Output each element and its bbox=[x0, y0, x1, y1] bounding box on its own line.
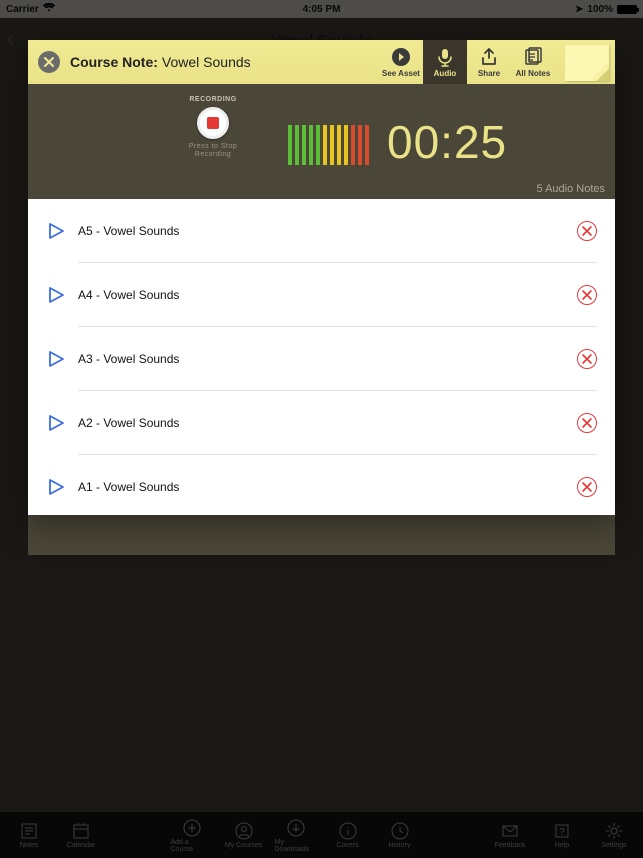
meter-bar bbox=[302, 125, 306, 165]
modal-title: Vowel Sounds bbox=[162, 54, 251, 70]
audio-note-row: A4 - Vowel Sounds bbox=[28, 263, 615, 327]
stop-icon bbox=[207, 117, 219, 129]
meter-bar bbox=[337, 125, 341, 165]
play-icon[interactable] bbox=[46, 349, 66, 369]
meter-bar bbox=[323, 125, 327, 165]
audio-notes-count: 5 Audio Notes bbox=[537, 183, 606, 195]
recording-timer: 00:25 bbox=[387, 115, 507, 169]
all-notes-button[interactable]: All Notes bbox=[511, 40, 555, 84]
modal-shadow-extension bbox=[28, 515, 615, 555]
course-note-modal: Course Note: Vowel Sounds See Asset Audi… bbox=[28, 40, 615, 515]
meter-bar bbox=[365, 125, 369, 165]
audio-note-label: A3 - Vowel Sounds bbox=[78, 352, 577, 366]
close-button[interactable] bbox=[38, 51, 60, 73]
audio-note-label: A2 - Vowel Sounds bbox=[78, 416, 577, 430]
audio-note-row: A1 - Vowel Sounds bbox=[28, 455, 615, 515]
meter-bar bbox=[288, 125, 292, 165]
delete-button[interactable] bbox=[577, 221, 597, 241]
recording-header: RECORDING bbox=[189, 96, 236, 103]
delete-button[interactable] bbox=[577, 349, 597, 369]
recording-panel: RECORDING Press to Stop Recording 00:25 … bbox=[28, 84, 615, 199]
share-button[interactable]: Share bbox=[467, 40, 511, 84]
modal-title-prefix: Course Note: bbox=[70, 54, 158, 70]
mic-icon bbox=[434, 46, 456, 68]
play-icon[interactable] bbox=[46, 285, 66, 305]
audio-label: Audio bbox=[434, 69, 457, 78]
arrow-circle-icon bbox=[390, 46, 412, 68]
meter-bar bbox=[330, 125, 334, 165]
play-icon[interactable] bbox=[46, 477, 66, 497]
modal-header: Course Note: Vowel Sounds See Asset Audi… bbox=[28, 40, 615, 84]
share-label: Share bbox=[478, 69, 500, 78]
audio-level-meter bbox=[288, 119, 369, 165]
play-icon[interactable] bbox=[46, 221, 66, 241]
audio-note-row: A3 - Vowel Sounds bbox=[28, 327, 615, 391]
delete-button[interactable] bbox=[577, 413, 597, 433]
recording-hint: Press to Stop Recording bbox=[189, 143, 238, 160]
delete-button[interactable] bbox=[577, 477, 597, 497]
sticky-note-icon[interactable] bbox=[565, 45, 609, 81]
see-asset-button[interactable]: See Asset bbox=[379, 40, 423, 84]
meter-bar bbox=[351, 125, 355, 165]
meter-bar bbox=[316, 125, 320, 165]
audio-note-row: A2 - Vowel Sounds bbox=[28, 391, 615, 455]
share-icon bbox=[478, 46, 500, 68]
meter-bar bbox=[358, 125, 362, 165]
audio-notes-list[interactable]: A5 - Vowel Sounds A4 - Vowel Sounds A3 -… bbox=[28, 199, 615, 515]
notes-stack-icon bbox=[522, 46, 544, 68]
audio-note-label: A5 - Vowel Sounds bbox=[78, 224, 577, 238]
see-asset-label: See Asset bbox=[382, 69, 420, 78]
meter-bar bbox=[309, 125, 313, 165]
audio-note-label: A4 - Vowel Sounds bbox=[78, 288, 577, 302]
audio-button[interactable]: Audio bbox=[423, 40, 467, 84]
all-notes-label: All Notes bbox=[516, 69, 551, 78]
delete-button[interactable] bbox=[577, 285, 597, 305]
audio-note-row: A5 - Vowel Sounds bbox=[28, 199, 615, 263]
play-icon[interactable] bbox=[46, 413, 66, 433]
audio-note-label: A1 - Vowel Sounds bbox=[78, 480, 577, 494]
meter-bar bbox=[344, 125, 348, 165]
meter-bar bbox=[295, 125, 299, 165]
stop-recording-button[interactable] bbox=[197, 107, 229, 139]
